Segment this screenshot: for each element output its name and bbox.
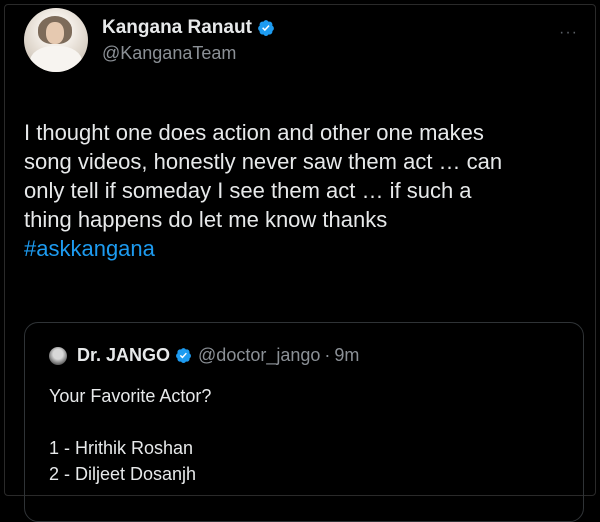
quoted-tweet-time[interactable]: 9m — [334, 345, 359, 366]
quoted-tweet[interactable]: Dr. JANGO @doctor_jango · 9m Your Favori… — [24, 322, 584, 522]
quoted-author-handle[interactable]: @doctor_jango — [198, 345, 320, 366]
author-names: Kangana Ranaut @KanganaTeam — [102, 17, 275, 64]
tweet-text-line: only tell if someday I see them act … if… — [24, 178, 472, 203]
verified-badge-icon — [176, 348, 191, 364]
author-display-name[interactable]: Kangana Ranaut — [102, 17, 252, 39]
author-handle[interactable]: @KanganaTeam — [102, 43, 275, 64]
tweet-text-line: song videos, honestly never saw them act… — [24, 149, 503, 174]
avatar-face — [46, 22, 64, 44]
avatar-dress — [30, 46, 82, 72]
author-name-row: Kangana Ranaut — [102, 17, 275, 39]
tweet-text-line: I thought one does action and other one … — [24, 120, 484, 145]
quoted-tweet-header: Dr. JANGO @doctor_jango · 9m — [49, 345, 359, 366]
quoted-question: Your Favorite Actor? — [49, 386, 212, 406]
author-avatar[interactable] — [24, 8, 88, 72]
tweet-text: I thought one does action and other one … — [24, 118, 584, 263]
quoted-author-name[interactable]: Dr. JANGO — [77, 345, 170, 366]
verified-badge-icon — [258, 19, 274, 36]
tweet-header: Kangana Ranaut @KanganaTeam — [24, 8, 275, 72]
quoted-author-avatar[interactable] — [49, 346, 67, 365]
time-separator: · — [324, 345, 331, 365]
quoted-option: 2 - Diljeet Dosanjh — [49, 464, 197, 484]
quoted-tweet-body: Your Favorite Actor? 1 - Hrithik Roshan … — [49, 383, 211, 487]
tweet-text-line: thing happens do let me know thanks — [24, 207, 388, 232]
quoted-option: 1 - Hrithik Roshan — [49, 438, 194, 458]
hashtag-link[interactable]: #askkangana — [24, 234, 584, 263]
more-options-icon[interactable]: ··· — [559, 24, 578, 42]
